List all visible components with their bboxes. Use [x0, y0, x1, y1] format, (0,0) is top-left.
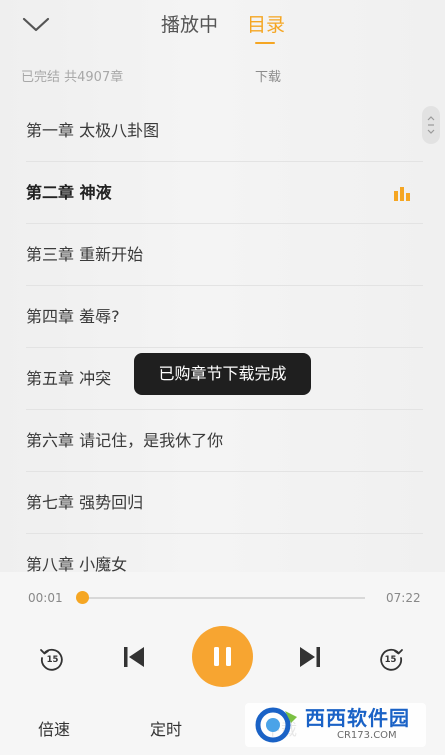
pause-button[interactable] — [192, 626, 253, 687]
chapter-title: 第八章 小魔女 — [26, 555, 128, 572]
next-button[interactable] — [297, 644, 323, 670]
chapter-row[interactable]: 第六章 请记住，是我休了你 — [0, 410, 445, 472]
collapse-button[interactable] — [20, 12, 52, 38]
scroll-arrows-icon — [427, 116, 435, 134]
chapter-row[interactable]: 第一章 太极八卦图 — [0, 100, 445, 162]
toast-text: 已购章节下载完成 — [158, 364, 287, 383]
speed-button[interactable]: 倍速 — [38, 719, 70, 741]
tab-now-playing[interactable]: 播放中 — [161, 12, 218, 38]
chapter-title: 第六章 请记住，是我休了你 — [26, 431, 224, 450]
previous-button[interactable] — [121, 644, 147, 670]
chapter-row[interactable]: 第二章 神液 — [0, 162, 445, 224]
chapter-title: 第五章 冲突 — [26, 369, 112, 388]
forward-15-icon: 15 — [380, 648, 403, 671]
chapter-title: 第四章 羞辱? — [26, 307, 120, 326]
rewind-15-icon: 15 — [40, 648, 63, 671]
forward-15-button[interactable]: 15 — [377, 644, 405, 672]
total-time: 07:22 — [386, 591, 421, 605]
download-link[interactable]: 下载 — [255, 69, 281, 87]
progress-track[interactable] — [82, 597, 365, 599]
chapter-title: 第七章 强势回归 — [26, 493, 144, 512]
chapter-row[interactable]: 第八章 小魔女 — [0, 534, 445, 572]
previous-icon — [124, 647, 144, 667]
active-tab-indicator — [255, 42, 275, 44]
watermark-logo: 西西软件园 CR173.COM — [245, 703, 426, 747]
progress-thumb[interactable] — [76, 591, 90, 604]
top-bar: 播放中 目录 — [0, 0, 445, 52]
chapter-title: 第二章 神液 — [26, 183, 112, 202]
chapter-title: 第三章 重新开始 — [26, 245, 144, 264]
chapter-row[interactable]: 第七章 强势回归 — [0, 472, 445, 534]
toast-message: 已购章节下载完成 — [134, 353, 311, 395]
svg-text:15: 15 — [47, 655, 59, 665]
chapter-row[interactable]: 第三章 重新开始 — [0, 224, 445, 286]
chapter-title: 第一章 太极八卦图 — [26, 121, 160, 140]
chevron-down-icon — [22, 17, 50, 32]
catalog-status: 已完结 共4907章 — [21, 70, 124, 85]
chapter-list: 第一章 太极八卦图 第二章 神液第三章 重新开始 第四章 羞辱? 第五章 冲突第六章 … — [0, 100, 445, 572]
watermark-text: 西西软件园 — [305, 706, 410, 730]
timer-button[interactable]: 定时 — [150, 719, 182, 741]
current-time: 00:01 — [28, 591, 63, 605]
next-icon — [300, 647, 320, 667]
scrollbar-thumb[interactable] — [422, 106, 440, 144]
pause-icon — [214, 647, 231, 666]
svg-text:15: 15 — [385, 655, 397, 665]
tab-catalog[interactable]: 目录 — [247, 12, 285, 38]
watermark-url: CR173.COM — [337, 730, 397, 741]
now-playing-icon — [394, 187, 410, 201]
rewind-15-button[interactable]: 15 — [38, 644, 66, 672]
watermark-emblem-icon — [255, 707, 297, 743]
chapter-row[interactable]: 第四章 羞辱? — [0, 286, 445, 348]
